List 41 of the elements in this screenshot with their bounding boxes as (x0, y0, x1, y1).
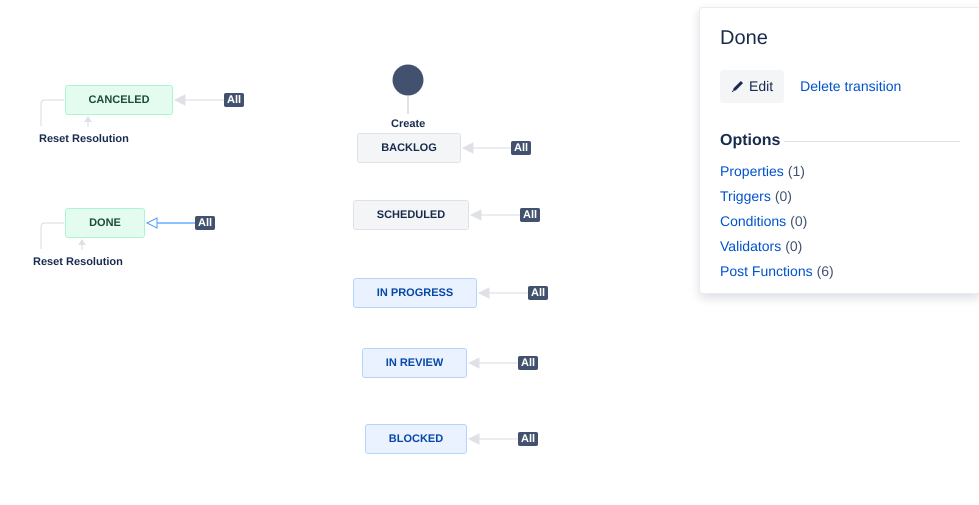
pencil-icon (731, 80, 744, 93)
start-node[interactable] (392, 64, 424, 96)
transition-arrow[interactable] (174, 94, 224, 106)
transition-badge[interactable]: All (518, 356, 538, 370)
option-link[interactable]: Triggers (720, 184, 771, 209)
transition-arrow[interactable] (468, 433, 518, 445)
status-node[interactable]: CANCELED (65, 85, 173, 115)
transition-badge[interactable]: All (195, 216, 216, 230)
status-node[interactable]: IN REVIEW (362, 348, 467, 378)
transition-arrow[interactable] (146, 217, 195, 229)
transition-badge[interactable]: All (528, 286, 548, 300)
panel-title: Done (720, 26, 769, 50)
status-node[interactable]: SCHEDULED (353, 200, 469, 230)
option-count: (6) (816, 262, 834, 281)
status-node[interactable]: DONE (65, 208, 145, 238)
transition-badge[interactable]: All (224, 93, 244, 107)
transition-label[interactable]: Reset Resolution (33, 254, 123, 270)
option-count: (0) (790, 212, 808, 231)
edit-button[interactable]: Edit (720, 70, 784, 103)
option-link[interactable]: Post Functions (720, 259, 813, 284)
options-heading: Options (720, 131, 780, 151)
transition-arrow[interactable] (478, 287, 528, 299)
option-count: (0) (774, 187, 792, 206)
option-count: (0) (785, 237, 802, 256)
transition-arrow[interactable] (462, 142, 511, 154)
transition-badge[interactable]: All (511, 141, 532, 155)
option-link[interactable]: Validators (720, 234, 782, 259)
status-node[interactable]: BLOCKED (365, 424, 467, 454)
status-node[interactable]: BACKLOG (357, 133, 461, 163)
option-count: (1) (788, 162, 805, 181)
transition-arrow[interactable] (468, 357, 518, 369)
transition-badge[interactable]: All (520, 208, 540, 222)
transition-arrow[interactable] (470, 209, 520, 221)
transition-label[interactable]: Reset Resolution (39, 131, 129, 148)
option-link[interactable]: Properties (720, 159, 784, 184)
status-node[interactable]: IN PROGRESS (353, 278, 477, 308)
delete-link[interactable]: Delete transition (800, 76, 902, 97)
transition-label[interactable]: Create (391, 116, 426, 132)
transition-badge[interactable]: All (518, 432, 538, 446)
option-link[interactable]: Conditions (720, 209, 786, 234)
loop-connector[interactable] (40, 222, 86, 250)
